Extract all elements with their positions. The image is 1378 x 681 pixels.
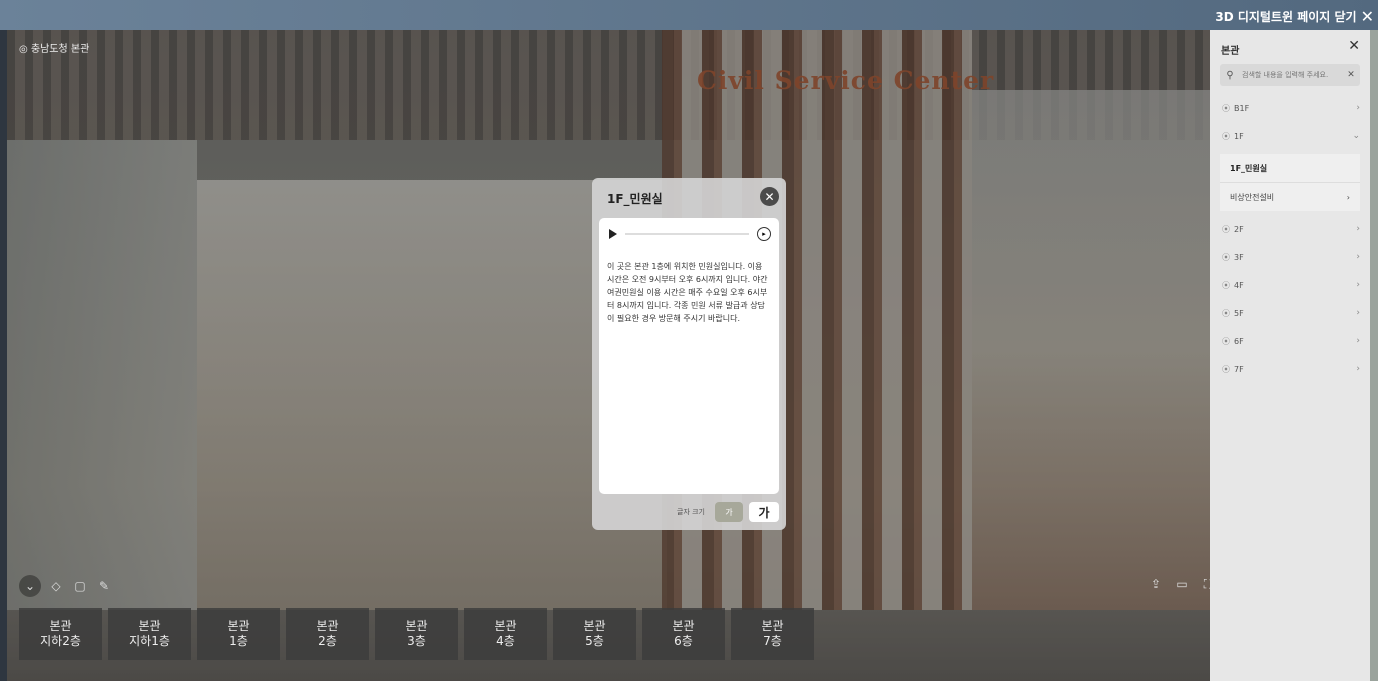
floor-button-6[interactable]: 본관 6층 xyxy=(642,608,725,660)
fullscreen-icon[interactable]: ⛶ xyxy=(1199,575,1210,593)
panel-edge xyxy=(1370,30,1378,681)
play-icon[interactable] xyxy=(609,229,617,239)
clear-icon[interactable]: ✕ xyxy=(1344,70,1358,80)
chevron-down-icon: ⌄ xyxy=(1352,131,1360,141)
collapse-icon[interactable]: ⌄ xyxy=(19,575,41,597)
sub-item-minwon[interactable]: 1F_민원실 xyxy=(1220,154,1360,183)
floor-button-b2[interactable]: 본관 지하2층 xyxy=(19,608,102,660)
floor-item-3f[interactable]: ⦿ 3F › xyxy=(1210,243,1370,271)
edit-icon[interactable]: ✎ xyxy=(95,577,113,595)
floor-panel: 본관 ✕ ⚲ ✕ ⦿B1F› ⦿1F⌄ 1F_민원실 비상안전설비› ⦿2F› … xyxy=(1210,30,1370,681)
floor-button-3[interactable]: 본관 3층 xyxy=(375,608,458,660)
chevron-right-icon: › xyxy=(1356,364,1360,374)
font-size-controls: 글자 크기 가 가 xyxy=(677,502,779,522)
floor-button-5[interactable]: 본관 5층 xyxy=(553,608,636,660)
close-icon: ✕ xyxy=(1360,6,1374,26)
floor-item-b1f[interactable]: ⦿ B1F › xyxy=(1210,94,1370,122)
info-modal: 1F_민원실 ✕ ▸ 이 곳은 본관 1층에 위치한 민원실입니다. 이용 시간… xyxy=(592,178,786,530)
modal-title: 1F_민원실 xyxy=(607,192,663,206)
vr-icon[interactable]: ▭ xyxy=(1173,575,1191,593)
audio-progress-bar[interactable] xyxy=(625,233,749,235)
floor-item-2f[interactable]: ⦿ 2F › xyxy=(1210,215,1370,243)
panel-search: ⚲ ✕ xyxy=(1220,64,1360,86)
measure-icon[interactable]: ◇ xyxy=(47,577,65,595)
modal-card: ▸ 이 곳은 본관 1층에 위치한 민원실입니다. 이용 시간은 오전 9시부터… xyxy=(599,218,779,494)
pin-icon: ⦿ xyxy=(1222,364,1230,374)
chevron-right-icon: › xyxy=(1356,308,1360,318)
font-large-button[interactable]: 가 xyxy=(749,502,779,522)
location-label: ◎ 충남도청 본관 xyxy=(19,44,90,55)
chevron-right-icon: › xyxy=(1356,336,1360,346)
playback-speed-icon[interactable]: ▸ xyxy=(757,227,771,241)
share-icon[interactable]: ⇪ xyxy=(1147,575,1165,593)
font-small-button[interactable]: 가 xyxy=(715,502,743,522)
close-page-label: 3D 디지털트윈 페이지 닫기 xyxy=(1215,9,1357,24)
viewer-tools-right: ⇪ ▭ ⛶ xyxy=(1147,575,1210,593)
chevron-right-icon: › xyxy=(1356,224,1360,234)
close-page-button[interactable]: 3D 디지털트윈 페이지 닫기 ✕ xyxy=(1215,6,1374,26)
modal-description: 이 곳은 본관 1층에 위치한 민원실입니다. 이용 시간은 오전 9시부터 오… xyxy=(607,262,768,323)
floor-button-7[interactable]: 본관 7층 xyxy=(731,608,814,660)
floor-button-4[interactable]: 본관 4층 xyxy=(464,608,547,660)
pin-icon: ⦿ xyxy=(1222,103,1230,113)
floor-button-b1[interactable]: 본관 지하1층 xyxy=(108,608,191,660)
floor-list: ⦿ B1F › ⦿ 1F ⌄ 1F_민원실 비상안전설비 › ⦿ 2F › ⦿ 3F › ⦿ 4F ›… xyxy=(1210,94,1370,383)
floor-item-6f[interactable]: ⦿ 6F › xyxy=(1210,327,1370,355)
viewer-tools-left: ⌄ ◇ ▢ ✎ xyxy=(19,575,113,597)
pin-icon: ⦿ xyxy=(1222,224,1230,234)
floor-item-5f[interactable]: ⦿ 5F › xyxy=(1210,299,1370,327)
pin-icon: ⦿ xyxy=(1222,131,1230,141)
top-bar: 3D 디지털트윈 페이지 닫기 ✕ xyxy=(0,0,1378,30)
pin-icon: ⦿ xyxy=(1222,252,1230,262)
chevron-right-icon: › xyxy=(1356,103,1360,113)
floorplan-icon[interactable]: ▢ xyxy=(71,577,89,595)
chevron-right-icon: › xyxy=(1356,252,1360,262)
floor-1f-sublist: 1F_민원실 비상안전설비 › xyxy=(1220,154,1360,211)
search-icon: ⚲ xyxy=(1226,69,1234,81)
modal-close-icon[interactable]: ✕ xyxy=(760,187,779,206)
floor-buttons: 본관 지하2층 본관 지하1층 본관 1층 본관 2층 본관 3층 본관 4층 본관 5층 본… xyxy=(19,608,814,660)
floor-button-1[interactable]: 본관 1층 xyxy=(197,608,280,660)
pin-icon: ⦿ xyxy=(1222,308,1230,318)
pin-icon: ⦿ xyxy=(1222,336,1230,346)
search-input[interactable] xyxy=(1240,70,1344,80)
floor-button-2[interactable]: 본관 2층 xyxy=(286,608,369,660)
sub-item-safety[interactable]: 비상안전설비 › xyxy=(1220,183,1360,211)
audio-player: ▸ xyxy=(609,226,771,242)
chevron-right-icon: › xyxy=(1346,192,1350,202)
floor-item-7f[interactable]: ⦿ 7F › xyxy=(1210,355,1370,383)
floor-item-1f[interactable]: ⦿ 1F ⌄ xyxy=(1210,122,1370,150)
font-size-label: 글자 크기 xyxy=(677,508,705,516)
floor-item-4f[interactable]: ⦿ 4F › xyxy=(1210,271,1370,299)
panel-close-icon[interactable]: ✕ xyxy=(1348,38,1360,54)
pin-icon: ⦿ xyxy=(1222,280,1230,290)
panel-title: 본관 xyxy=(1221,46,1240,57)
chevron-right-icon: › xyxy=(1356,280,1360,290)
